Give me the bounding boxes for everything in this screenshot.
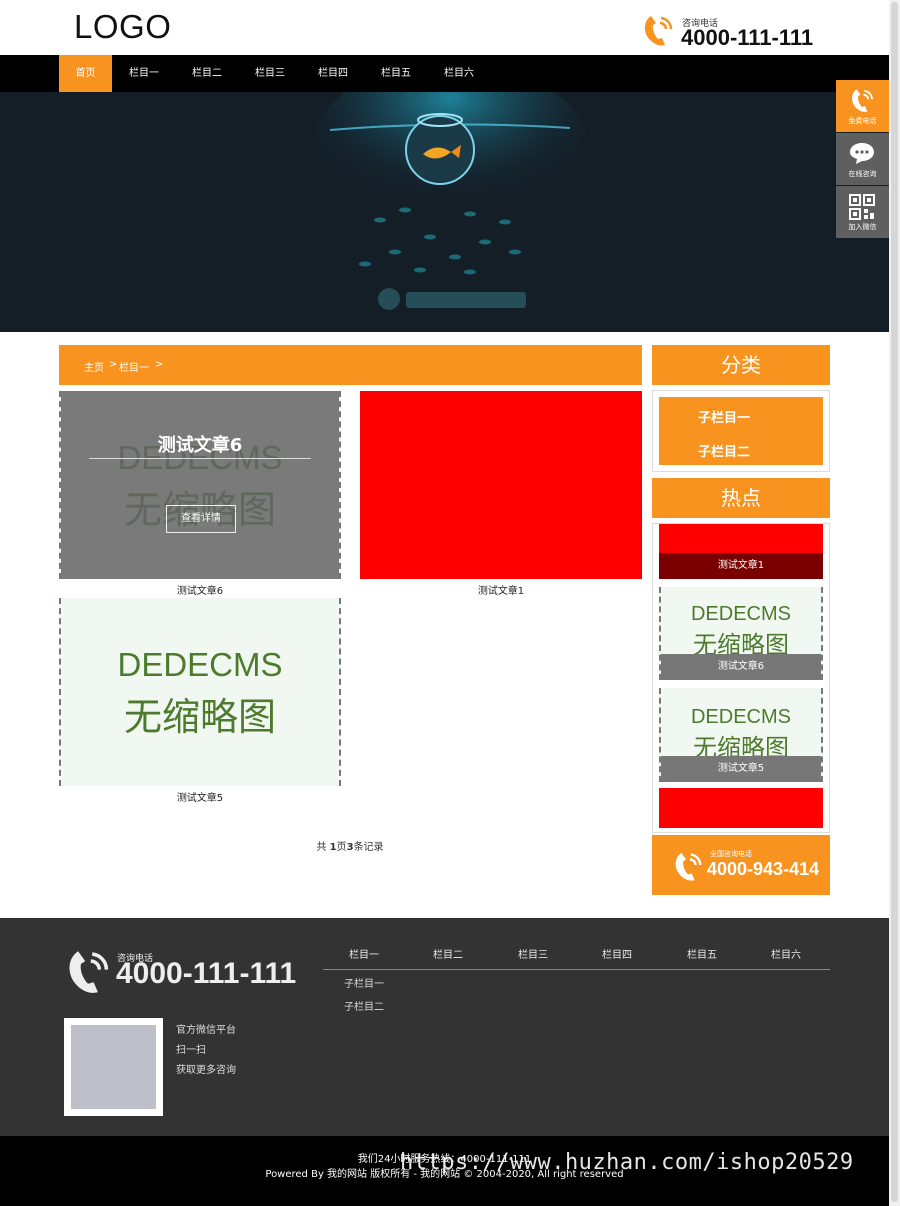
footer-phone-number: 4000-111-111 [116,957,297,990]
watermark-text: https://www.huzhan.com/ishop20529 [400,1150,854,1175]
hot-item-title: 测试文章1 [659,553,823,579]
vertical-scrollbar[interactable] [889,0,900,1206]
qr-code-icon [849,194,875,220]
main-nav: 首页 栏目一 栏目二 栏目三 栏目四 栏目五 栏目六 [0,55,889,92]
category-item[interactable]: 子栏目二 [698,441,750,460]
wechat-qr-code [64,1018,163,1116]
pagination-info: 共 1页3条记录 [316,842,384,853]
category-heading: 分类 [652,345,830,385]
phone-icon [675,852,702,881]
breadcrumb-home[interactable]: 主页 [84,359,104,374]
footer-nav-item[interactable]: 栏目二 [433,946,463,961]
float-label: 加入微信 [848,223,877,231]
site-logo[interactable]: LOGO [74,8,171,46]
breadcrumb-tail: > [155,359,164,370]
online-chat-button[interactable]: 在线咨询 [836,133,889,185]
breadcrumb-current[interactable]: 栏目一 [119,359,149,374]
nav-item-6[interactable]: 栏目六 [433,55,485,92]
site-header: LOGO 咨询电话 4000-111-111 [0,0,889,55]
hot-item[interactable] [659,788,823,828]
nav-item-2[interactable]: 栏目二 [181,55,233,92]
phone-icon [644,16,673,46]
nothumb-text: DEDECMS [690,706,791,728]
footer-nav-item[interactable]: 栏目六 [771,946,801,961]
article-title[interactable]: 测试文章5 [59,789,341,804]
article-thumb-1[interactable]: DEDECMS 无缩略图 测试文章6 查看详情 [59,391,341,579]
hot-item[interactable]: DEDECMS 无缩略图 测试文章5 [659,688,823,782]
hot-item-title: 测试文章6 [661,654,821,680]
page: LOGO 咨询电话 4000-111-111 首页 栏目一 栏目二 栏目三 栏目… [0,0,889,1206]
article-thumb-3[interactable]: DEDECMS 无缩略图 [59,598,341,786]
fishbowl-illustration [0,92,889,332]
scrollbar-thumb[interactable] [891,2,898,1202]
hot-item-title: 测试文章5 [661,756,821,782]
hot-heading: 热点 [652,478,830,518]
article-hover-overlay: 测试文章6 查看详情 [61,391,339,579]
wechat-button[interactable]: 加入微信 [836,186,889,238]
article-title[interactable]: 测试文章1 [360,582,642,597]
article-thumb-2[interactable] [360,391,642,579]
chat-bubble-icon [850,143,874,164]
overlay-title: 测试文章6 [157,435,243,456]
footer-nav-item[interactable]: 栏目一 [349,946,379,961]
footer-sub-item[interactable]: 子栏目二 [344,998,384,1013]
category-list: 子栏目一 子栏目二 [659,397,823,465]
footer-sub-item[interactable]: 子栏目一 [344,975,384,990]
footer-nav-item[interactable]: 栏目三 [518,946,548,961]
float-label: 在线咨询 [848,170,877,178]
phone-number: 4000-111-111 [681,25,814,50]
article-title[interactable]: 测试文章6 [59,582,341,597]
nav-item-3[interactable]: 栏目三 [244,55,296,92]
float-label: 免费电话 [848,117,877,125]
sidebar-phone-number: 4000-943-414 [707,859,820,879]
footer-divider [323,969,830,970]
nothumb-text: DEDECMS [690,603,791,625]
footer-nav-item[interactable]: 栏目四 [602,946,632,961]
breadcrumb-sep: > [109,359,118,370]
free-call-button[interactable]: 免费电话 [836,80,889,132]
phone-icon [69,951,109,993]
hot-item[interactable]: 测试文章1 [659,524,823,579]
sidebar-phone: 全国咨询电话 4000-943-414 [652,835,830,895]
hot-item[interactable]: DEDECMS 无缩略图 测试文章6 [659,587,823,680]
nav-item-home[interactable]: 首页 [59,55,112,92]
nothumb-text: DEDECMS [117,646,283,683]
phone-icon [851,89,873,112]
nav-item-5[interactable]: 栏目五 [370,55,422,92]
footer-nav-item[interactable]: 栏目五 [687,946,717,961]
nav-item-1[interactable]: 栏目一 [118,55,170,92]
site-footer: 咨询电话 4000-111-111 栏目一 栏目二 栏目三 栏目四 栏目五 栏目… [0,918,889,1136]
category-item[interactable]: 子栏目一 [698,407,750,426]
wechat-text: 获取更多咨询 [176,1065,236,1076]
overlay-divider [89,458,311,459]
sidebar-phone-caption: 全国咨询电话 [710,850,752,858]
wechat-text: 扫一扫 [176,1045,206,1056]
hero-banner[interactable] [0,92,889,332]
view-details-button[interactable]: 查看详情 [166,505,236,533]
nothumb-text: 无缩略图 [123,697,276,739]
breadcrumb: 主页 > 栏目一 > [59,345,642,385]
nav-item-4[interactable]: 栏目四 [307,55,359,92]
header-phone: 咨询电话 4000-111-111 [641,12,841,50]
wechat-text: 官方微信平台 [176,1025,236,1036]
